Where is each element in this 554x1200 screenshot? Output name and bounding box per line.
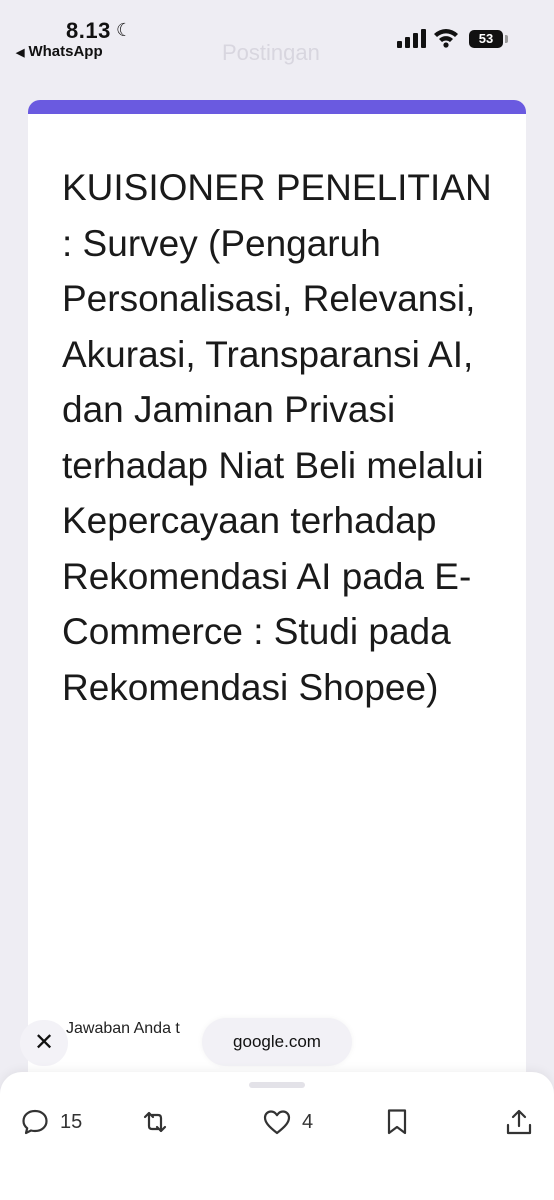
reply-button[interactable]: 15 [20,1106,82,1138]
reply-count: 15 [60,1110,83,1133]
battery-tip [505,35,508,43]
battery-icon: 53 [469,30,503,48]
back-app-label: WhatsApp [28,43,103,60]
close-button[interactable]: ✕ [20,1020,68,1066]
like-button[interactable]: 4 [262,1106,313,1138]
bookmark-icon [387,1109,407,1135]
share-button[interactable] [504,1106,534,1138]
status-time: 8.13 [66,18,111,43]
share-icon [506,1109,532,1135]
close-icon: ✕ [33,1029,55,1056]
wifi-icon [434,29,458,48]
like-count: 4 [302,1110,314,1133]
form-card: KUISIONER PENELITIAN : Survey (Pengaruh … [28,100,526,1100]
action-bar: 15 4 [0,1072,554,1200]
link-toast[interactable]: google.com [202,1018,352,1066]
repost-icon [143,1111,167,1133]
heart-icon [263,1110,291,1135]
status-bar: 8.13 ☾ ◀ WhatsApp Postingan 53 [0,0,554,70]
repost-button[interactable] [140,1106,170,1138]
form-title: KUISIONER PENELITIAN : Survey (Pengaruh … [62,167,492,708]
page-title: Postingan [222,40,320,65]
grabber-handle[interactable] [249,1082,305,1088]
reply-icon [22,1109,48,1135]
answer-note: Jawaban Anda t [66,1020,180,1037]
back-triangle-icon: ◀ [16,47,25,59]
signal-icon [397,28,427,48]
moon-icon: ☾ [116,20,133,40]
back-to-app-link[interactable]: ◀ WhatsApp [16,43,103,60]
bookmark-button[interactable] [382,1106,412,1138]
